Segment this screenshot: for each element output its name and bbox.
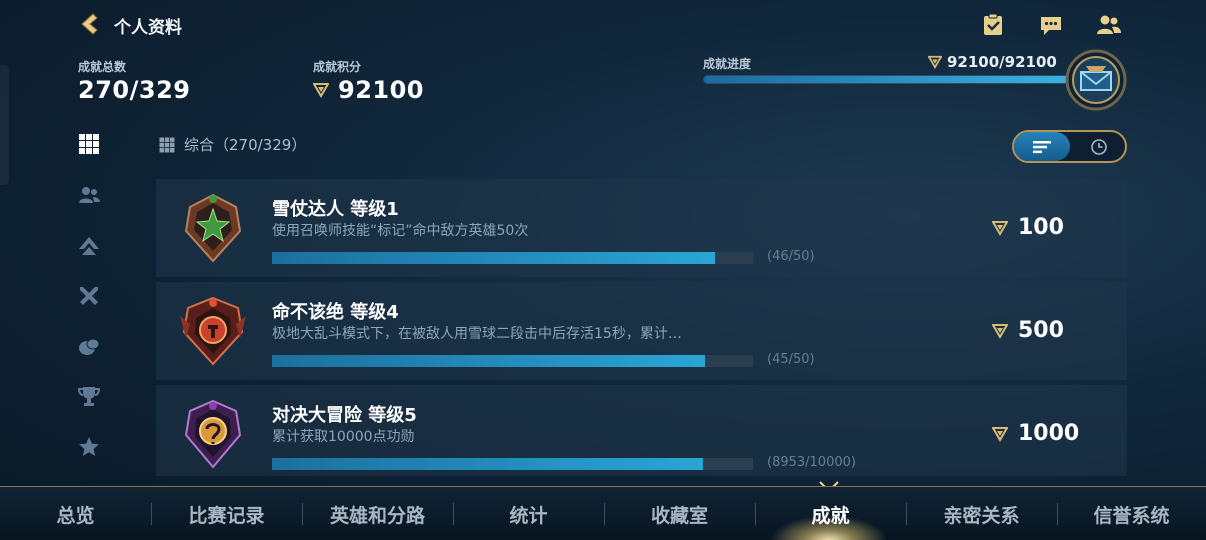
- achievement-points-value: 1000: [1018, 421, 1080, 446]
- achievement-card[interactable]: 雪仗达人 等级1 使用召唤师技能“标记”命中敌方英雄50次 (46/50) 10…: [156, 179, 1127, 277]
- achievement-progress-fill: [272, 458, 703, 470]
- achievement-points: 500: [992, 318, 1064, 343]
- bronze-crest-badge-icon: [184, 193, 242, 263]
- achievement-points-value: 100: [1018, 215, 1064, 240]
- crossed-swords-icon[interactable]: [77, 284, 101, 308]
- task-icon[interactable]: [980, 12, 1006, 38]
- trophy-icon[interactable]: [77, 384, 101, 408]
- achievement-description: 使用召唤师技能“标记”命中敌方英雄50次: [272, 223, 529, 239]
- achievement-list[interactable]: 雪仗达人 等级1 使用召唤师技能“标记”命中敌方英雄50次 (46/50) 10…: [156, 179, 1127, 476]
- achievement-title: 雪仗达人 等级1: [272, 199, 399, 220]
- achievement-points: 100: [992, 215, 1064, 240]
- achievement-point-icon: [992, 426, 1008, 442]
- side-edge-tab[interactable]: [0, 65, 9, 185]
- achievement-rank-crest-icon[interactable]: [1064, 48, 1128, 112]
- achievement-points-label: 成就积分: [313, 60, 362, 74]
- achievement-point-icon: [928, 55, 942, 69]
- rank-icon[interactable]: [77, 234, 101, 258]
- achievement-progress-value: 92100/92100: [928, 53, 1057, 71]
- achievement-point-icon: [992, 323, 1008, 339]
- nav-tab-match-history[interactable]: 比赛记录: [151, 487, 302, 540]
- time-view-toggle[interactable]: [1072, 132, 1125, 161]
- achievement-title: 命不该绝 等级4: [272, 302, 399, 323]
- page-title: 个人资料: [114, 18, 182, 38]
- achievement-progress-text: 92100/92100: [947, 53, 1057, 71]
- nav-tab-relationships[interactable]: 亲密关系: [906, 487, 1057, 540]
- achievement-description: 极地大乱斗模式下，在被敌人用雪球二段击中后存活15秒，累计…: [272, 326, 682, 342]
- red-crest-badge-icon: [180, 296, 246, 366]
- achievement-title: 对决大冒险 等级5: [272, 405, 417, 426]
- nav-tab-collection[interactable]: 收藏室: [604, 487, 755, 540]
- achievement-card[interactable]: 对决大冒险 等级5 累计获取10000点功勋 (8953/10000) 1000: [156, 385, 1127, 476]
- achievement-total-label: 成就总数: [78, 60, 127, 74]
- achievement-points: 92100: [313, 76, 424, 104]
- achievement-point-icon: [992, 220, 1008, 236]
- achievement-progress-bar: [272, 252, 753, 264]
- achievement-card[interactable]: 命不该绝 等级4 极地大乱斗模式下，在被敌人用雪球二段击中后存活15秒，累计… …: [156, 282, 1127, 380]
- friends-icon[interactable]: [1096, 12, 1122, 38]
- achievement-progress-bar: [272, 458, 753, 470]
- achievement-progress-fill: [272, 252, 715, 264]
- nav-tab-stats[interactable]: 统计: [453, 487, 604, 540]
- category-grid-icon: [159, 137, 175, 152]
- rail-friends-icon[interactable]: [77, 183, 101, 207]
- chat-icon[interactable]: [1038, 12, 1064, 38]
- achievement-points-value: 500: [1018, 318, 1064, 343]
- achievement-progress-bar: [272, 355, 753, 367]
- list-view-toggle[interactable]: [1014, 132, 1070, 161]
- nav-tab-achievements[interactable]: 成就: [755, 487, 906, 540]
- achievement-progress-text: (8953/10000): [767, 455, 856, 470]
- achievement-points: 1000: [992, 421, 1079, 446]
- achievement-point-icon: [313, 83, 329, 98]
- category-title-text: 综合（270/329）: [184, 136, 307, 154]
- achievement-total-value: 270/329: [78, 76, 191, 104]
- achievement-progress-text: (46/50): [767, 249, 815, 264]
- nav-tab-credit-system[interactable]: 信誉系统: [1057, 487, 1206, 540]
- back-arrow-icon[interactable]: [78, 12, 102, 36]
- list-view-icon: [1033, 140, 1051, 153]
- clock-icon: [1090, 138, 1107, 155]
- grid-icon[interactable]: [77, 132, 101, 156]
- achievement-progress-fill: [704, 76, 1082, 83]
- nav-tab-overview[interactable]: 总览: [0, 487, 151, 540]
- achievement-progress-label: 成就进度: [703, 57, 752, 71]
- achievement-points-value: 92100: [338, 76, 424, 104]
- achievement-progress-fill: [272, 355, 705, 367]
- star-icon[interactable]: [77, 435, 101, 459]
- purple-crest-badge-icon: [184, 399, 242, 469]
- achievement-progress-text: (45/50): [767, 352, 815, 367]
- snowball-icon[interactable]: [77, 334, 101, 358]
- category-title: 综合（270/329）: [158, 134, 306, 155]
- achievement-description: 累计获取10000点功勋: [272, 429, 415, 445]
- view-toggle: [1012, 130, 1127, 163]
- nav-tab-heroes-lanes[interactable]: 英雄和分路: [302, 487, 453, 540]
- achievement-progress-bar: [703, 75, 1083, 84]
- bottom-nav: 总览 比赛记录 英雄和分路 统计 收藏室 成就 亲密关系 信誉系统: [0, 486, 1206, 540]
